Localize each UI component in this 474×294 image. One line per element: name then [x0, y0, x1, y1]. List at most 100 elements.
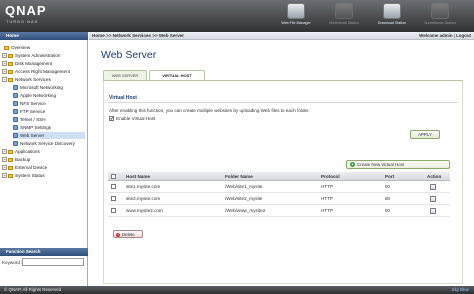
folder-name-cell: /Web/site1_mysite	[225, 184, 263, 189]
download-station-label: Download Station	[377, 21, 407, 25]
table-row: site1.mysite.com /Web/site1_mysite HTTP …	[108, 181, 450, 193]
sidebar-item-applications[interactable]: + Applications	[2, 148, 40, 155]
sidebar-item-network-service-discovery[interactable]: Network Service Discovery	[13, 140, 75, 147]
protocol-cell: HTTP	[321, 184, 333, 189]
expand-icon[interactable]: +	[2, 61, 7, 67]
expand-icon[interactable]: +	[2, 173, 7, 179]
sidebar-item-access-right-management[interactable]: + Access Right Management	[2, 68, 70, 75]
keyword-input[interactable]	[22, 258, 84, 266]
top-bar: QNAP TURBO NAS Web File Manager Multimed…	[0, 0, 474, 32]
surveillance-station-label: Surveillance Station	[424, 21, 456, 25]
sidebar-item-ftp-service[interactable]: FTP Service	[13, 108, 45, 115]
keyword-label: Keyword :	[2, 260, 23, 265]
multimedia-station-button[interactable]: Multimedia Station	[322, 2, 366, 32]
service-icon	[13, 109, 18, 115]
folder-icon	[8, 53, 13, 58]
surveillance-station-icon	[431, 3, 449, 19]
header-protocol: Protocol	[321, 174, 340, 179]
sidebar-item-label: System Status	[15, 173, 45, 178]
enable-virtual-host-row: ✔ Enable Virtual Host	[109, 116, 155, 122]
service-icon	[13, 85, 18, 91]
table-row: www.mysite2.com /Web/www_mysite2 HTTP 80	[108, 205, 450, 217]
sidebar-item-label: Web Server	[20, 133, 45, 138]
expand-icon[interactable]: +	[2, 149, 7, 155]
sidebar-item-network-services[interactable]: − Network Services	[2, 76, 51, 83]
web-file-manager-label: Web File Manager	[281, 21, 311, 25]
sidebar-item-label: Access Right Management	[15, 69, 70, 74]
expand-icon[interactable]: +	[2, 53, 7, 59]
sidebar-root[interactable]: Home	[0, 32, 88, 40]
header-action: Action	[427, 174, 442, 179]
download-station-icon	[383, 3, 401, 19]
page-title: Web Server	[101, 49, 157, 61]
expand-icon[interactable]: +	[2, 165, 7, 171]
sidebar-item-label: Apple Networking	[20, 93, 57, 98]
enable-virtual-host-checkbox[interactable]: ✔	[109, 116, 114, 122]
welcome-area: Welcome admin | Logout	[419, 33, 471, 38]
qnap-logo: QNAP	[5, 3, 47, 18]
sidebar-item-label: Backup	[15, 157, 31, 162]
sidebar-item-system-administration[interactable]: + System Administration	[2, 52, 60, 59]
section-divider	[108, 102, 458, 103]
service-icon	[13, 125, 18, 131]
section-title: Virtual Host	[109, 95, 137, 101]
theme-selector[interactable]: Sky Blue	[452, 286, 469, 294]
expand-icon[interactable]: +	[2, 69, 7, 75]
sidebar-item-apple-networking[interactable]: Apple Networking	[13, 92, 56, 99]
folder-icon	[8, 61, 13, 66]
edit-icon[interactable]	[430, 181, 436, 193]
sidebar-item-label: NFS Service	[20, 101, 46, 106]
delete-button[interactable]: − Delete	[113, 230, 143, 238]
sidebar-item-label: Disk Management	[15, 61, 53, 66]
function-search-label: Function Search	[6, 249, 41, 254]
folder-name-cell: /Web/www_mysite2	[225, 208, 266, 213]
logout-link[interactable]: Logout	[456, 33, 471, 38]
sidebar-item-nfs-service[interactable]: NFS Service	[13, 100, 46, 107]
function-search-header: Function Search	[0, 248, 88, 256]
expand-icon[interactable]: +	[2, 157, 7, 163]
sidebar-item-label: Network Services	[15, 77, 51, 82]
host-name-cell: site1.mysite.com	[126, 184, 161, 189]
multimedia-station-icon	[335, 3, 353, 19]
service-icon	[13, 141, 18, 147]
sidebar-item-snmp-settings[interactable]: SNMP Settings	[13, 124, 51, 131]
collapse-icon[interactable]: −	[2, 77, 7, 83]
service-icon	[13, 133, 18, 139]
tab-web-server[interactable]: WEB SERVER	[103, 70, 147, 80]
apply-button[interactable]: APPLY	[410, 130, 440, 139]
copyright-text: © QNAP, All Rights Reserved	[4, 287, 62, 292]
edit-icon[interactable]	[430, 205, 436, 217]
sidebar-item-overview[interactable]: Overview	[4, 44, 30, 51]
welcome-text: Welcome admin	[419, 33, 453, 38]
sidebar-item-label: External Device	[15, 165, 48, 170]
sidebar-item-web-server[interactable]: Web Server	[13, 132, 85, 139]
folder-icon	[8, 165, 13, 170]
header-port: Port	[385, 174, 395, 179]
row-checkbox[interactable]	[111, 205, 118, 217]
sidebar-item-backup[interactable]: + Backup	[2, 156, 30, 163]
folder-icon	[8, 157, 13, 162]
sidebar-item-system-status[interactable]: + System Status	[2, 172, 45, 179]
tagline: TURBO NAS	[6, 19, 39, 24]
surveillance-station-button[interactable]: Surveillance Station	[418, 2, 462, 32]
sidebar-item-microsoft-networking[interactable]: Microsoft Networking	[13, 84, 63, 91]
main-panel: Home >> Network Services >> Web Server W…	[89, 32, 474, 286]
breadcrumb: Home >> Network Services >> Web Server	[92, 33, 185, 38]
breadcrumb-bar: Home >> Network Services >> Web Server W…	[89, 32, 474, 40]
table-row: site2.mysite.com /Web/site2_mysite HTTP …	[108, 193, 450, 205]
create-virtual-host-label: Create New Virtual Host	[357, 162, 405, 167]
row-checkbox[interactable]	[111, 193, 118, 205]
sidebar-item-external-device[interactable]: + External Device	[2, 164, 47, 171]
web-file-manager-button[interactable]: Web File Manager	[274, 2, 318, 32]
edit-icon[interactable]	[430, 193, 436, 205]
service-icon	[13, 101, 18, 107]
sidebar-item-telnet-ssh[interactable]: Telnet / SSH	[13, 116, 46, 123]
web-file-manager-icon	[287, 3, 305, 19]
create-virtual-host-button[interactable]: + Create New Virtual Host	[346, 160, 450, 169]
row-checkbox[interactable]	[111, 181, 118, 193]
sidebar-item-label: SNMP Settings	[20, 125, 52, 130]
download-station-button[interactable]: Download Station	[370, 2, 414, 32]
sidebar-item-disk-management[interactable]: + Disk Management	[2, 60, 52, 67]
select-all-checkbox[interactable]	[111, 172, 118, 181]
sidebar-item-label: Overview	[11, 45, 31, 50]
